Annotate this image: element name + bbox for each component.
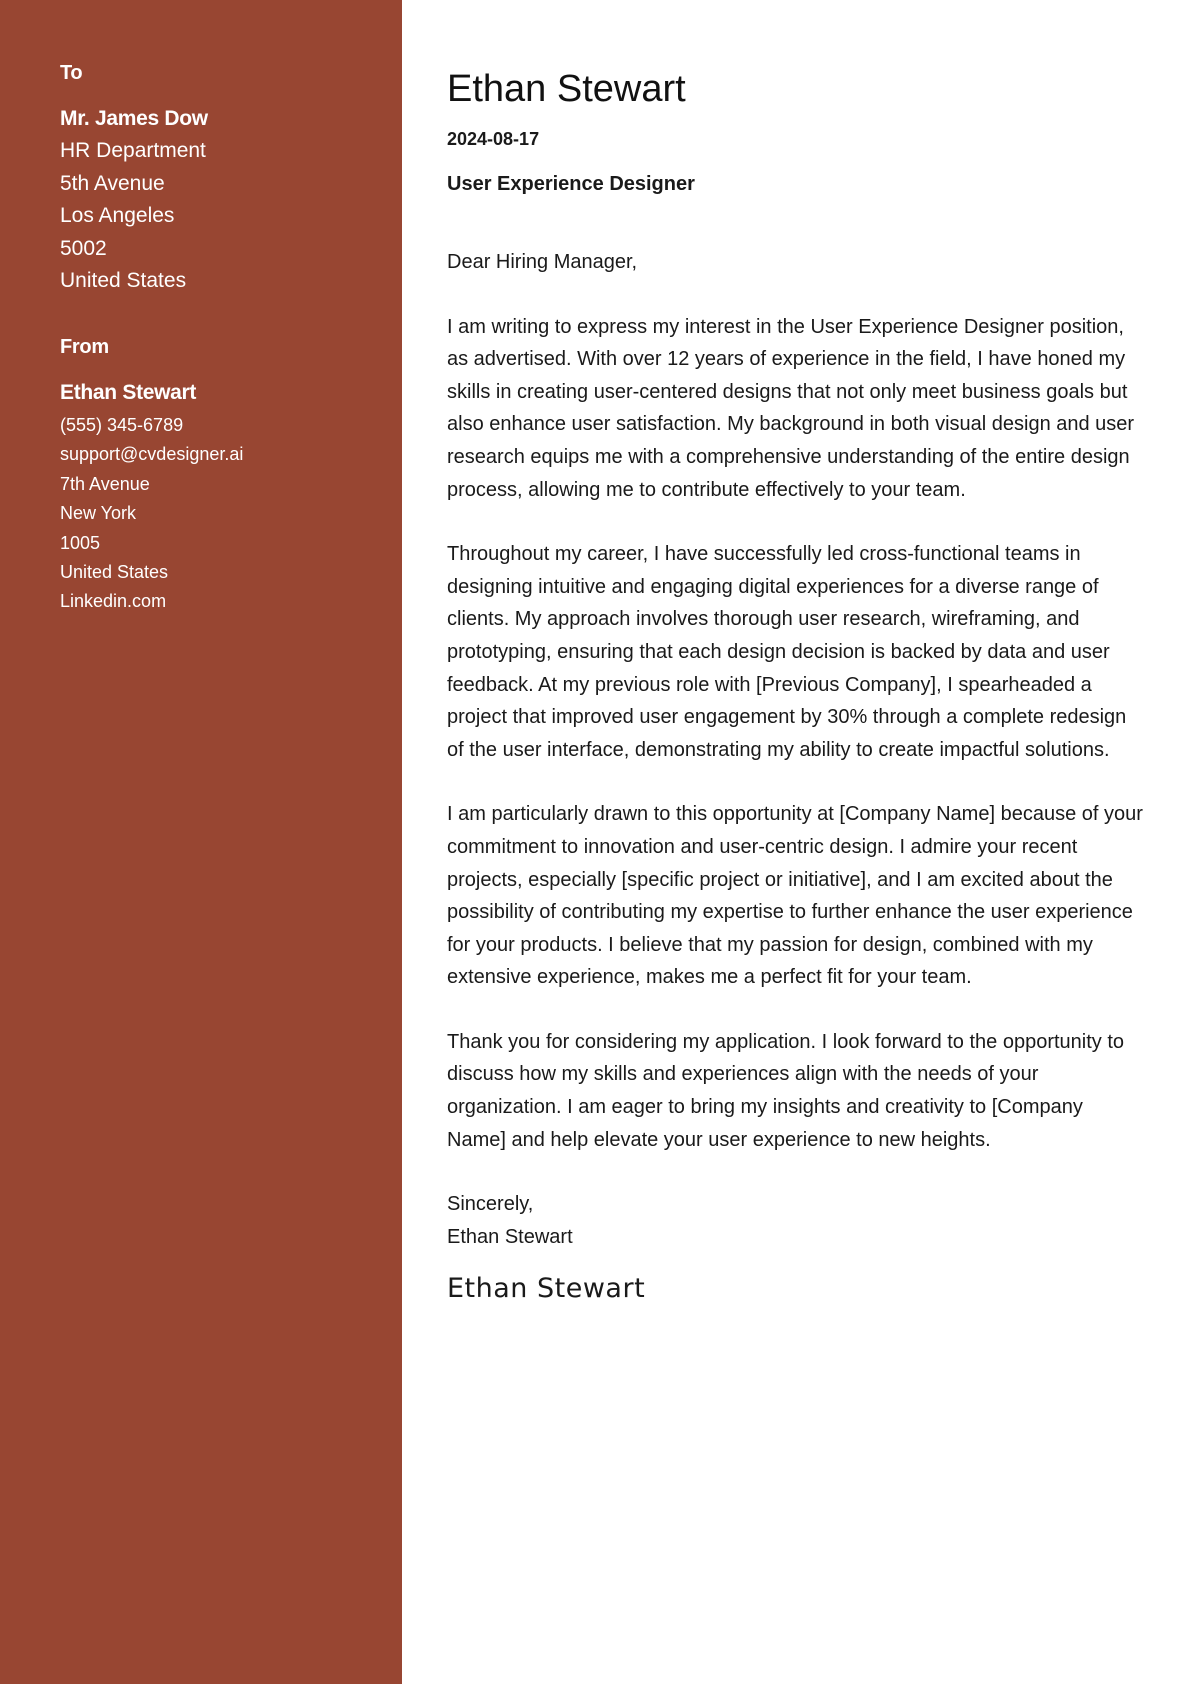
- job-title: User Experience Designer: [447, 173, 695, 195]
- paragraph-2: Throughout my career, I have successfull…: [447, 543, 1127, 761]
- sender-street: 7th Avenue: [60, 473, 150, 494]
- to-heading: To: [60, 62, 83, 84]
- recipient-name: Mr. James Dow: [60, 107, 208, 130]
- sender-country: United States: [60, 562, 169, 582]
- paragraph-3: I am particularly drawn to this opportun…: [447, 803, 1143, 989]
- recipient-department: HR Department: [60, 139, 206, 162]
- recipient-block: To Mr. James Dow HR Department 5th Avenu…: [60, 62, 402, 298]
- letter-body: Ethan Stewart 2024-08-17 User Experience…: [447, 0, 1147, 1304]
- closing-name: Ethan Stewart: [447, 1225, 573, 1248]
- paragraph-1: I am writing to express my interest in t…: [447, 315, 1135, 501]
- sender-phone: (555) 345-6789: [60, 414, 184, 435]
- sidebar: To Mr. James Dow HR Department 5th Avenu…: [0, 0, 402, 1684]
- recipient-zip: 5002: [60, 236, 107, 260]
- letter-date: 2024-08-17: [447, 129, 540, 149]
- recipient-country: United States: [60, 269, 187, 293]
- sender-website: Linkedin.com: [60, 591, 167, 612]
- sender-city: New York: [60, 503, 137, 524]
- sender-name: Ethan Stewart: [60, 380, 197, 404]
- sender-title-name: Ethan Stewart: [447, 68, 686, 110]
- closing-phrase: Sincerely,: [447, 1193, 534, 1216]
- sender-email: support@cvdesigner.ai: [60, 444, 244, 465]
- recipient-city: Los Angeles: [60, 204, 175, 228]
- greeting: Dear Hiring Manager,: [447, 251, 638, 273]
- from-heading: From: [60, 335, 109, 358]
- signature: Ethan Stewart: [447, 1273, 646, 1305]
- sender-zip: 1005: [60, 532, 101, 553]
- recipient-street: 5th Avenue: [60, 171, 165, 195]
- closing: Sincerely, Ethan Stewart: [447, 1188, 1147, 1253]
- paragraph-4: Thank you for considering my application…: [447, 1030, 1125, 1151]
- sender-block: From Ethan Stewart (555) 345-6789 suppor…: [60, 336, 402, 617]
